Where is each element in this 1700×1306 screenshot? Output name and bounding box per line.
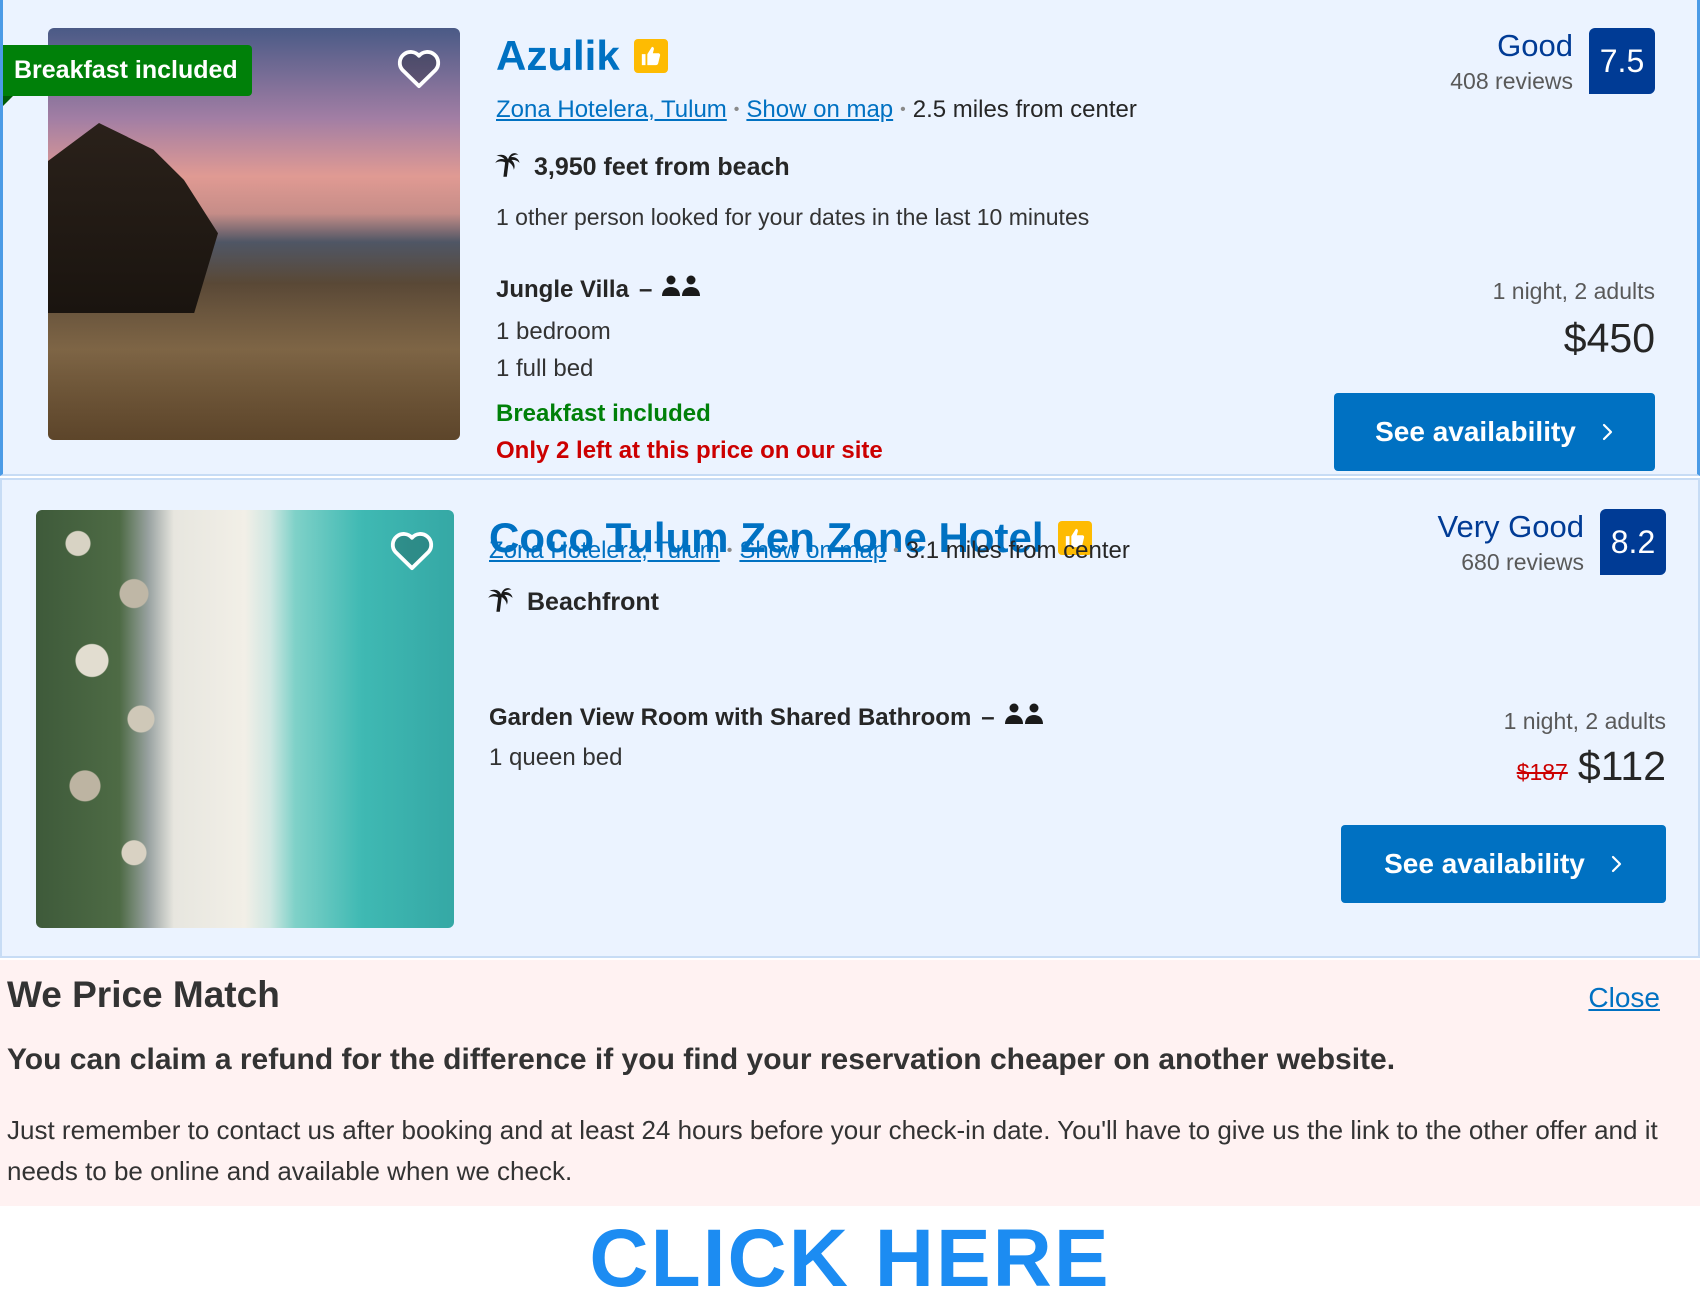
two-persons-icon	[1004, 703, 1043, 732]
price: $187 $112	[1517, 743, 1666, 790]
palm-tree-icon	[487, 584, 515, 621]
button-label: See availability	[1375, 416, 1576, 447]
area-link[interactable]: Zona Hotelera, Tulum	[489, 537, 720, 565]
review-count: 408 reviews	[1450, 68, 1573, 94]
hotel-name-text[interactable]: Azulik	[496, 32, 620, 80]
palm-tree-icon	[494, 149, 522, 186]
beach-text: Beachfront	[527, 588, 659, 616]
show-on-map-link[interactable]: Show on map	[739, 537, 886, 565]
thumbs-up-icon	[633, 39, 668, 73]
room-name-text: Jungle Villa	[496, 275, 629, 303]
score-badge: 8.2	[1600, 509, 1666, 575]
original-price: $187	[1516, 759, 1568, 785]
button-label: See availability	[1384, 848, 1585, 879]
beach-distance: 3,950 feet from beach	[494, 149, 790, 186]
location-line: Zona Hotelera, Tulum • Show on map • 3.1…	[489, 537, 1130, 565]
click-here-banner[interactable]: CLICK HERE	[0, 1212, 1700, 1306]
breakfast-ribbon: Breakfast included	[3, 45, 252, 106]
room-dash: –	[638, 275, 653, 303]
distance-text: 3.1 miles from center	[905, 537, 1130, 564]
rating-word: Very Good	[1437, 509, 1584, 544]
stay-summary: 1 night, 2 adults	[1492, 278, 1655, 304]
review-score[interactable]: Very Good 680 reviews 8.2	[1438, 509, 1666, 576]
beach-text: 3,950 feet from beach	[534, 153, 790, 181]
hotel-name[interactable]: Azulik	[496, 32, 668, 80]
separator-dot: •	[733, 101, 740, 118]
chevron-right-icon	[1611, 848, 1623, 880]
stay-summary: 1 night, 2 adults	[1503, 708, 1666, 734]
price-match-title: We Price Match	[7, 974, 280, 1015]
current-price: $112	[1577, 743, 1666, 789]
recent-views-text: 1 other person looked for your dates in …	[496, 204, 1090, 230]
room-detail: 1 queen bed	[489, 744, 623, 771]
room-name-text: Garden View Room with Shared Bathroom	[489, 703, 972, 731]
room-name: Garden View Room with Shared Bathroom –	[489, 703, 1043, 732]
two-persons-icon	[662, 275, 701, 304]
separator-dot: •	[900, 101, 906, 118]
separator-dot: •	[893, 542, 899, 559]
review-count: 680 reviews	[1461, 549, 1584, 575]
current-price: $450	[1563, 315, 1655, 361]
location-line: Zona Hotelera, Tulum • Show on map • 2.5…	[496, 96, 1137, 124]
room-detail: 1 bedroom	[496, 318, 611, 345]
close-link[interactable]: Close	[1588, 982, 1660, 1014]
see-availability-button[interactable]: See availability	[1341, 825, 1666, 903]
see-availability-button[interactable]: See availability	[1334, 393, 1655, 471]
room-name: Jungle Villa –	[496, 275, 701, 304]
score-badge: 7.5	[1589, 28, 1655, 94]
area-link[interactable]: Zona Hotelera, Tulum	[496, 96, 727, 124]
heart-icon[interactable]	[396, 45, 442, 91]
price-match-panel: We Price Match Close You can claim a ref…	[0, 960, 1700, 1206]
hotel-card-azulik: Breakfast included Azulik Zona Hotelera,…	[0, 0, 1700, 476]
show-on-map-link[interactable]: Show on map	[746, 96, 893, 124]
price-match-body: Just remember to contact us after bookin…	[7, 1115, 1658, 1186]
review-score[interactable]: Good 408 reviews 7.5	[1450, 28, 1655, 95]
room-dash: –	[981, 703, 995, 731]
chevron-right-icon	[1602, 416, 1614, 448]
price: $450	[1564, 315, 1655, 362]
heart-icon[interactable]	[389, 527, 435, 573]
breakfast-included-text: Breakfast included	[496, 400, 711, 427]
scarcity-message: Only 2 left at this price on our site	[496, 437, 883, 464]
rating-word: Good	[1497, 28, 1573, 63]
hotel-card-coco-tulum: Coco Tulum Zen Zone Hotel Zona Hotelera,…	[0, 478, 1700, 958]
price-match-headline: You can claim a refund for the differenc…	[7, 1043, 1396, 1076]
separator-dot: •	[726, 542, 733, 559]
distance-text: 2.5 miles from center	[912, 96, 1137, 123]
beach-distance: Beachfront	[487, 584, 659, 621]
room-detail: 1 full bed	[496, 355, 594, 382]
